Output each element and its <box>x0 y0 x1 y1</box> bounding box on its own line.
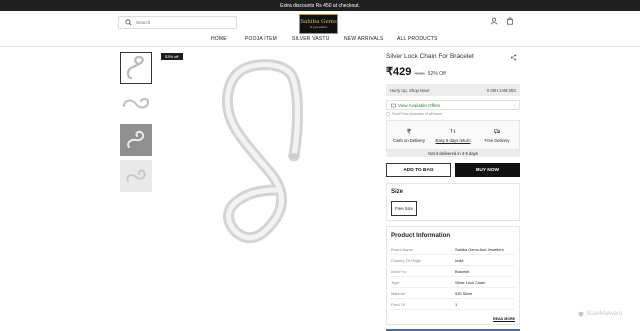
brand-logo[interactable]: Sahiba Gems & Jewellers <box>299 14 338 34</box>
read-more-link[interactable]: READ MORE <box>493 317 515 321</box>
shield-icon <box>578 311 584 317</box>
hurry-text: Hurry Up, Shop Now! <box>390 87 430 93</box>
countdown-timer: 0 00H:14M:38S <box>486 87 516 93</box>
info-row: Brand Name Sahiba Gems And Jewellers <box>391 244 515 255</box>
main-nav: HOME POOJA ITEM SILVER VASTU NEW ARRIVAL… <box>0 34 640 46</box>
discount-percent: 52% Off <box>427 71 446 77</box>
info-key: Brand Name <box>391 246 413 252</box>
announcement-bar: Extra discounts Rs 450 at checkout. <box>0 0 640 11</box>
nav-pooja-item[interactable]: POOJA ITEM <box>245 36 277 42</box>
thumbnail-1[interactable] <box>120 52 152 84</box>
bag-icon[interactable] <box>506 17 514 25</box>
product-info: Silver Lock Chain For Bracelet ₹429 ₹909… <box>386 47 520 325</box>
action-buttons: ADD TO BAG BUY NOW <box>386 163 520 177</box>
search-box[interactable] <box>118 16 237 29</box>
info-value: Sahiba Gems And Jewellers <box>455 246 504 252</box>
product-main-image[interactable] <box>160 52 376 282</box>
nav-home[interactable]: HOME <box>211 36 227 42</box>
site-header: Sahiba Gems & Jewellers <box>0 11 640 34</box>
size-title: Size <box>391 189 404 195</box>
info-row: Material 925 Silver <box>391 288 515 299</box>
add-to-bag-button[interactable]: ADD TO BAG <box>386 163 451 177</box>
nav-all-products[interactable]: ALL PRODUCTS <box>397 36 438 42</box>
feature-cod: Cash on Delivery <box>387 121 431 149</box>
share-icon[interactable] <box>510 54 517 61</box>
logo-line-2: & Jewellers <box>309 25 328 29</box>
nav-silver-vastu[interactable]: SILVER VASTU <box>292 36 330 42</box>
thumbnail-4[interactable] <box>120 160 152 192</box>
hurry-banner: Hurry Up, Shop Now! 0 00H:14M:38S <box>386 84 520 96</box>
feature-return-label[interactable]: Easy 5 days return <box>436 138 471 143</box>
info-value: 1 <box>455 301 458 307</box>
user-icon[interactable] <box>490 17 498 25</box>
nav-new-arrivals[interactable]: NEW ARRIVALS <box>344 36 384 42</box>
mrp-price: ₹909 <box>414 71 425 76</box>
watermark: ScanMalware <box>578 311 622 317</box>
tax-note-text: Final Price (inclusive of all taxes <box>392 112 442 116</box>
info-row: Pack Of 1 <box>391 299 515 310</box>
size-option-free-size[interactable]: Free Size <box>391 201 417 216</box>
buy-now-button[interactable]: BUY NOW <box>455 163 520 177</box>
info-key: Material <box>391 290 405 296</box>
watermark-text: ScanMalware <box>586 311 623 317</box>
product-information-section: Product Information Brand Name Sahiba Gem… <box>386 226 520 325</box>
rupee-icon <box>406 128 411 134</box>
offers-label: View Available Offers <box>398 102 441 108</box>
search-input[interactable] <box>136 20 226 25</box>
discount-badge: 53% off <box>161 53 183 60</box>
offers-dropdown[interactable]: View Available Offers › <box>386 100 520 110</box>
price-row: ₹429 ₹909 52% Off <box>386 65 520 78</box>
feature-return[interactable]: Easy 5 days return <box>431 121 475 149</box>
info-value: India <box>455 257 464 263</box>
info-key: Type <box>391 279 400 285</box>
sale-price: ₹429 <box>386 66 412 78</box>
feature-cod-label: Cash on Delivery <box>393 137 425 143</box>
search-icon[interactable] <box>125 19 132 26</box>
thumbnail-2[interactable] <box>120 88 152 120</box>
delivery-note: Get it delivered in 4-5 days <box>386 150 520 157</box>
announcement-text: Extra discounts Rs 450 at checkout. <box>280 2 360 9</box>
return-icon <box>450 128 456 133</box>
info-row: Type Silver Lock Chain <box>391 277 515 288</box>
info-value: Silver Lock Chain <box>455 279 486 285</box>
info-row: Ideal For Bracelet <box>391 266 515 277</box>
tag-icon <box>391 103 396 107</box>
info-key: Country Of Origin <box>391 257 422 263</box>
features-box: Cash on Delivery Easy 5 days return Free… <box>386 120 520 150</box>
product-title: Silver Lock Chain For Bracelet <box>386 53 474 60</box>
nav-divider <box>0 46 640 47</box>
feature-free-delivery: Free Delivery <box>475 121 519 149</box>
size-section: Size Free Size <box>386 183 520 221</box>
info-row: Country Of Origin India <box>391 255 515 266</box>
thumbnail-list <box>120 52 153 196</box>
chevron-right-icon: › <box>513 102 516 108</box>
info-value: Bracelet <box>455 268 470 274</box>
truck-icon <box>494 129 500 133</box>
info-icon <box>386 112 390 116</box>
product-information-title: Product Information <box>391 232 451 239</box>
info-key: Pack Of <box>391 301 405 307</box>
tax-note: Final Price (inclusive of all taxes <box>386 112 520 116</box>
info-value: 925 Silver <box>455 290 473 296</box>
feature-free-delivery-label: Free Delivery <box>484 137 510 143</box>
info-key: Ideal For <box>391 268 407 274</box>
thumbnail-3[interactable] <box>120 124 152 156</box>
header-icons <box>490 17 514 25</box>
